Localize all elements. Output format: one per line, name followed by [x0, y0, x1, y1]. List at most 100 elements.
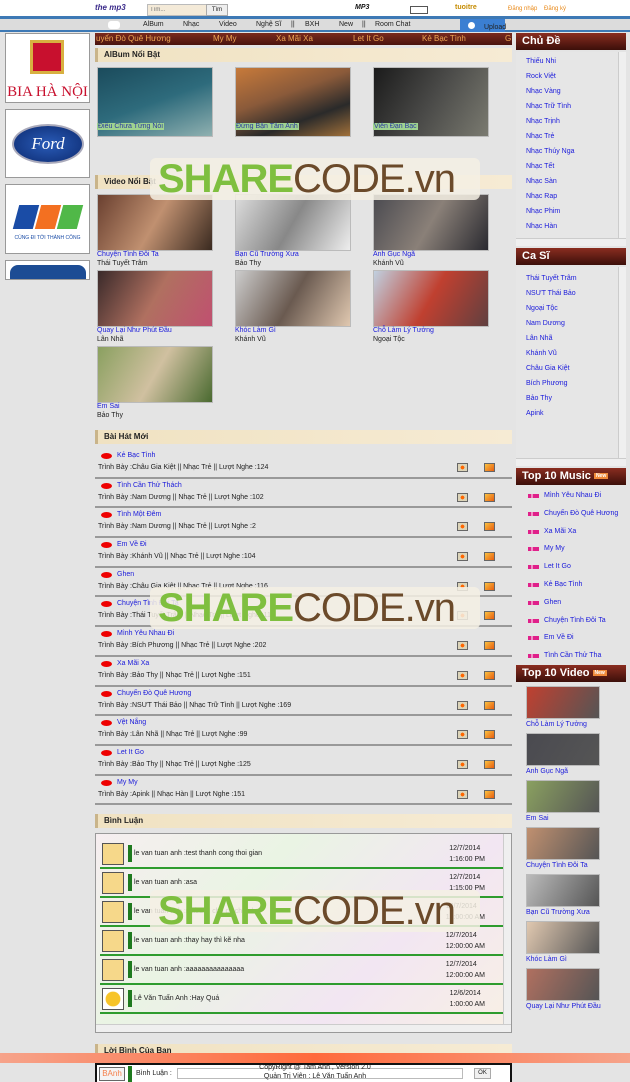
singer-link[interactable]: Lân Nhã [516, 331, 626, 346]
video-title[interactable]: Chỗ Làm Lý Tưởng [373, 327, 434, 334]
play-icon[interactable] [457, 700, 468, 710]
singer-link[interactable]: Bảo Thy [516, 391, 626, 406]
play-icon[interactable] [457, 641, 468, 651]
singer-link[interactable]: Khánh Vũ [516, 346, 626, 361]
nav-nhac[interactable]: Nhạc [183, 21, 199, 28]
add-to-playlist-icon[interactable] [484, 552, 495, 562]
album-card[interactable]: Đừng Bận Tâm Anh [233, 67, 371, 142]
top-music-item[interactable]: Ghen [516, 594, 626, 612]
video-title[interactable]: Chuyện Tình Đôi Ta [97, 251, 159, 258]
singer-link[interactable]: NSƯT Thái Bảo [516, 286, 626, 301]
song-title[interactable]: Mình Yêu Nhau Đi [117, 630, 174, 637]
add-to-playlist-icon[interactable] [484, 611, 495, 621]
ticker-item[interactable]: Let It Go [353, 34, 384, 43]
ad-bia-ha-noi[interactable]: BIA HÀ NỘI [5, 33, 90, 103]
topic-link[interactable]: Nhạc Phim [516, 204, 626, 219]
top-video-title[interactable]: Bạn Cũ Trường Xưa [526, 909, 590, 916]
singer-link[interactable]: Ngoại Tộc [516, 301, 626, 316]
site-logo[interactable]: the mp3 [95, 3, 126, 12]
add-to-playlist-icon[interactable] [484, 670, 495, 680]
nav-nghe-si[interactable]: Nghệ Sĩ [256, 21, 281, 28]
album-title[interactable]: Đừng Bận Tâm Anh [235, 123, 299, 130]
topic-link[interactable]: Nhạc Thúy Nga [516, 144, 626, 159]
top-music-item[interactable]: Let It Go [516, 558, 626, 576]
song-title[interactable]: Tình Cần Thử Thách [117, 482, 182, 489]
video-title[interactable]: Anh Gục Ngã [373, 251, 415, 258]
video-card[interactable]: Em Sai Bảo Thy [95, 346, 233, 421]
add-to-playlist-icon[interactable] [484, 492, 495, 502]
top-video-thumb[interactable] [526, 779, 600, 813]
ad-ford[interactable]: Ford [5, 109, 90, 178]
video-thumb[interactable] [235, 194, 351, 251]
album-card[interactable]: Viên Đạn Bạc [371, 67, 509, 142]
topic-link[interactable]: Rock Việt [516, 69, 626, 84]
comment-scrollbar-horizontal[interactable] [96, 1024, 511, 1033]
nav-video[interactable]: Video [219, 21, 237, 28]
play-icon[interactable] [457, 492, 468, 502]
singer-link[interactable]: Thái Tuyết Trâm [516, 271, 626, 286]
upload-button[interactable]: Upload [460, 19, 506, 32]
top-video-thumb[interactable] [526, 826, 600, 860]
singer-link[interactable]: Châu Gia Kiệt [516, 361, 626, 376]
video-thumb[interactable] [97, 270, 213, 327]
add-to-playlist-icon[interactable] [484, 700, 495, 710]
singer-scrollbar-vertical[interactable] [618, 267, 626, 466]
topic-link[interactable]: Nhạc Trẻ [516, 129, 626, 144]
song-title[interactable]: Ghen [117, 571, 134, 578]
topic-link[interactable]: Nhạc Hàn [516, 219, 626, 234]
top-video-title[interactable]: Chỗ Làm Lý Tưởng [526, 721, 587, 728]
play-icon[interactable] [457, 670, 468, 680]
top-video-title[interactable]: Quay Lại Như Phút Đầu [526, 1003, 601, 1010]
video-card[interactable]: Anh Gục Ngã Khánh Vũ [371, 194, 509, 269]
partner-logo-zing[interactable] [410, 6, 428, 14]
top-video-item[interactable]: Quay Lại Như Phút Đầu [526, 967, 626, 1015]
add-to-playlist-icon[interactable] [484, 463, 495, 472]
nav-room-chat[interactable]: Room Chat [375, 21, 410, 28]
ticker-item[interactable]: Xa Mãi Xa [276, 34, 313, 43]
top-video-item[interactable]: Bạn Cũ Trường Xưa [526, 873, 626, 921]
topic-link[interactable]: Thiếu Nhi [516, 54, 626, 69]
topic-scrollbar-vertical[interactable] [618, 52, 626, 246]
top-music-item[interactable]: Chuyến Đò Quê Hương [516, 505, 626, 523]
topic-link[interactable]: Nhạc Rap [516, 189, 626, 204]
top-music-item[interactable]: Em Về Đi [516, 629, 626, 647]
album-card[interactable]: Điều Chưa Từng Nói [95, 67, 233, 142]
top-video-title[interactable]: Khóc Làm Gì [526, 956, 567, 963]
top-video-item[interactable]: Chỗ Làm Lý Tưởng [526, 685, 626, 733]
play-icon[interactable] [457, 789, 468, 799]
play-icon[interactable] [457, 463, 468, 472]
search-input[interactable] [147, 4, 207, 16]
top-video-thumb[interactable] [526, 685, 600, 719]
video-card[interactable]: Khóc Làm Gì Khánh Vũ [233, 270, 371, 345]
video-thumb[interactable] [235, 270, 351, 327]
play-icon[interactable] [457, 759, 468, 769]
play-icon[interactable] [457, 552, 468, 562]
play-icon[interactable] [457, 522, 468, 532]
video-card[interactable]: Bạn Cũ Trường Xưa Bảo Thy [233, 194, 371, 269]
album-title[interactable]: Điều Chưa Từng Nói [97, 123, 164, 130]
top-music-item[interactable]: Mình Yêu Nhau Đi [516, 487, 626, 505]
topic-link[interactable]: Nhạc Tết [516, 159, 626, 174]
video-thumb[interactable] [97, 346, 213, 403]
singer-link[interactable]: Bích Phương [516, 376, 626, 391]
comment-scrollbar-vertical[interactable] [503, 834, 511, 1033]
top-video-item[interactable]: Khóc Làm Gì [526, 920, 626, 968]
song-title[interactable]: Chuyến Đò Quê Hương [117, 690, 191, 697]
ad-fpt[interactable]: CÙNG ĐI TỚI THÀNH CÔNG [5, 184, 90, 254]
top-video-item[interactable]: Chuyện Tình Đôi Ta [526, 826, 626, 874]
video-title[interactable]: Quay Lại Như Phút Đầu [97, 327, 172, 334]
song-title[interactable]: My My [117, 779, 138, 786]
song-title[interactable]: Xa Mãi Xa [117, 660, 149, 667]
song-title[interactable]: Kẻ Bạc Tình [117, 452, 155, 459]
register-link[interactable]: Đăng ký [544, 6, 566, 12]
top-video-thumb[interactable] [526, 732, 600, 766]
top-video-title[interactable]: Anh Gục Ngã [526, 768, 568, 775]
video-title[interactable]: Em Sai [97, 403, 120, 410]
ticker-item[interactable]: G [505, 34, 511, 43]
singer-link[interactable]: Nam Dương [516, 316, 626, 331]
play-icon[interactable] [457, 730, 468, 740]
top-video-title[interactable]: Em Sai [526, 815, 549, 822]
song-title[interactable]: Vệt Nắng [117, 719, 146, 726]
song-title[interactable]: Tình Một Đêm [117, 511, 161, 518]
singer-link[interactable]: Apink [516, 406, 626, 421]
